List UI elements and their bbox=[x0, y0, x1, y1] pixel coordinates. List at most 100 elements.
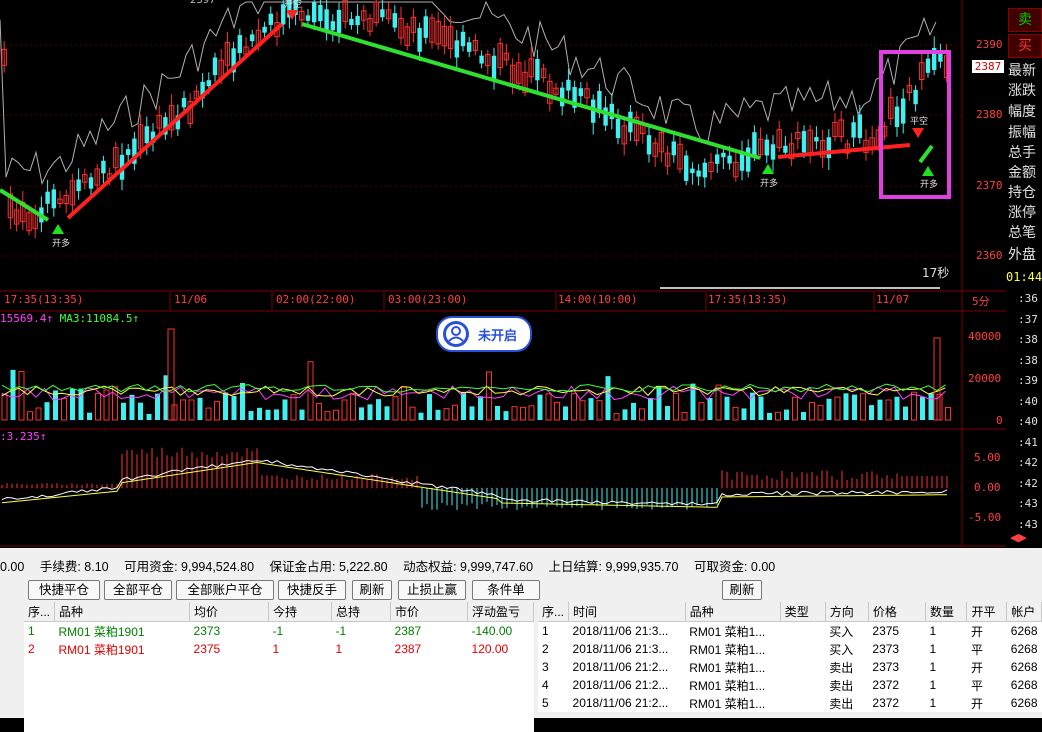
candle-body bbox=[318, 5, 323, 22]
volume-bar bbox=[579, 400, 586, 421]
sell-signal-arrow-icon bbox=[912, 128, 924, 138]
candle-body bbox=[305, 15, 311, 21]
column-header[interactable]: 开平 bbox=[966, 602, 1008, 622]
volume-bar bbox=[605, 376, 611, 420]
volume-bar bbox=[418, 412, 424, 420]
conditional-order-button[interactable]: 条件单 bbox=[472, 580, 540, 600]
table-cell: 1 bbox=[929, 678, 937, 692]
table-row[interactable]: 3 2018/11/06 21:2... RM01 菜粕1... 卖出 2373 1 开 62… bbox=[538, 658, 1042, 676]
table-cell: RM01 菜粕1... bbox=[689, 642, 766, 657]
volume-bar bbox=[495, 405, 500, 420]
table-cell: 2018/11/06 21:3... bbox=[572, 642, 669, 656]
column-header[interactable]: 数量 bbox=[925, 602, 968, 622]
status-pill[interactable]: 未开启 bbox=[436, 316, 532, 352]
kline-chart[interactable] bbox=[0, 0, 1006, 548]
volume-bar bbox=[792, 396, 798, 421]
macd-value: :3.235 bbox=[0, 430, 40, 443]
column-header[interactable]: 序... bbox=[538, 602, 570, 622]
table-row[interactable]: 2 RM01 菜粕1901 2375 1 1 2387 120.00 bbox=[24, 640, 534, 658]
column-header[interactable]: 序... bbox=[24, 602, 56, 622]
signal-label-close-short: 平空 bbox=[910, 117, 929, 127]
buy-button[interactable]: 买 bbox=[1008, 34, 1042, 58]
volume-bar bbox=[885, 399, 892, 421]
candle-body bbox=[460, 31, 466, 47]
candle-body bbox=[535, 58, 540, 81]
quote-item: 幅度 bbox=[1008, 104, 1036, 120]
candle-body bbox=[268, 13, 273, 25]
volume-bar bbox=[367, 404, 373, 420]
time-label: 02:00(22:00) bbox=[276, 293, 356, 306]
tick-time-item: :43 bbox=[1018, 517, 1038, 531]
table-row[interactable]: 1 RM01 菜粕1901 2373 -1 -1 2387 -140.00 bbox=[24, 622, 534, 641]
table-row[interactable]: 1 2018/11/06 21:3... RM01 菜粕1... 买入 2375 1 开 62… bbox=[538, 622, 1042, 641]
column-header[interactable]: 均价 bbox=[189, 602, 270, 622]
volume-bar bbox=[648, 397, 653, 420]
close-all-accounts-button[interactable]: 全部账户平仓 bbox=[176, 580, 274, 600]
column-header[interactable]: 时间 bbox=[568, 602, 686, 622]
column-header[interactable]: 价格 bbox=[868, 602, 926, 622]
tick-time-item: :36 bbox=[1018, 292, 1038, 305]
volume-bar bbox=[894, 396, 900, 420]
quick-reverse-button[interactable]: 快捷反手 bbox=[278, 580, 346, 600]
volume-tick: 20000 bbox=[968, 372, 1002, 385]
volume-bar bbox=[248, 411, 254, 420]
quote-item: 持仓 bbox=[1008, 185, 1036, 201]
volume-bar bbox=[324, 411, 331, 421]
time-label: 03:00(23:00) bbox=[388, 293, 468, 306]
volume-bar bbox=[384, 406, 390, 420]
volume-bar bbox=[860, 393, 866, 421]
candle-body bbox=[491, 55, 497, 81]
table-cell: 1 bbox=[929, 696, 937, 710]
sell-button[interactable]: 卖 bbox=[1008, 8, 1042, 32]
volume-bar bbox=[920, 396, 925, 420]
volume-bar bbox=[167, 328, 175, 421]
table-cell: 2372 bbox=[872, 696, 900, 710]
macd-dea-line bbox=[1, 461, 948, 508]
period-label[interactable]: 5分 bbox=[972, 293, 990, 309]
candle-body bbox=[467, 42, 472, 52]
column-header[interactable]: 品种 bbox=[54, 602, 191, 622]
volume-value: 15569.4 bbox=[0, 312, 47, 325]
volume-bar bbox=[817, 404, 824, 421]
table-cell: RM01 菜粕1... bbox=[689, 624, 766, 639]
candle-body bbox=[423, 16, 428, 38]
volume-bar bbox=[698, 402, 705, 421]
quick-close-button[interactable]: 快捷平仓 bbox=[28, 580, 100, 600]
up-arrow-icon: ↑ bbox=[132, 312, 140, 325]
volume-bar bbox=[53, 390, 58, 420]
table-cell: 1 bbox=[929, 642, 937, 656]
column-header[interactable]: 市价 bbox=[390, 602, 469, 622]
close-all-button[interactable]: 全部平仓 bbox=[104, 580, 172, 600]
candle-body bbox=[250, 34, 255, 42]
volume-bar bbox=[528, 405, 535, 421]
table-row[interactable]: 4 2018/11/06 21:2... RM01 菜粕1... 卖出 2372 1 平 62… bbox=[538, 676, 1042, 694]
column-header[interactable]: 品种 bbox=[685, 602, 781, 622]
column-header[interactable]: 方向 bbox=[825, 602, 869, 622]
candle-body bbox=[826, 137, 831, 159]
table-cell: 卖出 bbox=[829, 660, 854, 675]
column-header[interactable]: 帐户 bbox=[1006, 602, 1042, 622]
scroll-arrows[interactable]: ◀▶ bbox=[1010, 531, 1027, 544]
column-header[interactable]: 总持 bbox=[331, 602, 392, 622]
trend-line bbox=[0, 188, 50, 222]
column-header[interactable]: 类型 bbox=[780, 602, 826, 622]
account-withdrawable: 可取资金: 0.00 bbox=[693, 560, 776, 574]
volume-bar bbox=[520, 406, 526, 421]
candle-body bbox=[721, 152, 726, 158]
macd-tick: 0.00 bbox=[974, 481, 1001, 494]
macd-indicator-header: :3.235↑ bbox=[0, 430, 46, 443]
candle-body bbox=[671, 141, 676, 156]
table-row[interactable]: 2 2018/11/06 21:3... RM01 菜粕1... 买入 2373 1 平 62… bbox=[538, 640, 1042, 658]
table-row[interactable]: 5 2018/11/06 21:2... RM01 菜粕1... 卖出 2372 1 开 62… bbox=[538, 694, 1042, 712]
scroll-right-icon[interactable]: ▶ bbox=[1018, 531, 1026, 544]
candle-body bbox=[454, 40, 459, 58]
stop-loss-profit-button[interactable]: 止损止赢 bbox=[398, 580, 466, 600]
tick-time-item: :40 bbox=[1018, 415, 1038, 428]
column-header[interactable]: 浮动盈亏 bbox=[467, 602, 534, 622]
trades-refresh-button[interactable]: 刷新 bbox=[722, 580, 762, 600]
column-header[interactable]: 今持 bbox=[268, 602, 333, 622]
refresh-button[interactable]: 刷新 bbox=[352, 580, 392, 600]
candle-body bbox=[746, 147, 751, 172]
volume-bar bbox=[443, 408, 450, 421]
candle-body bbox=[857, 114, 862, 138]
